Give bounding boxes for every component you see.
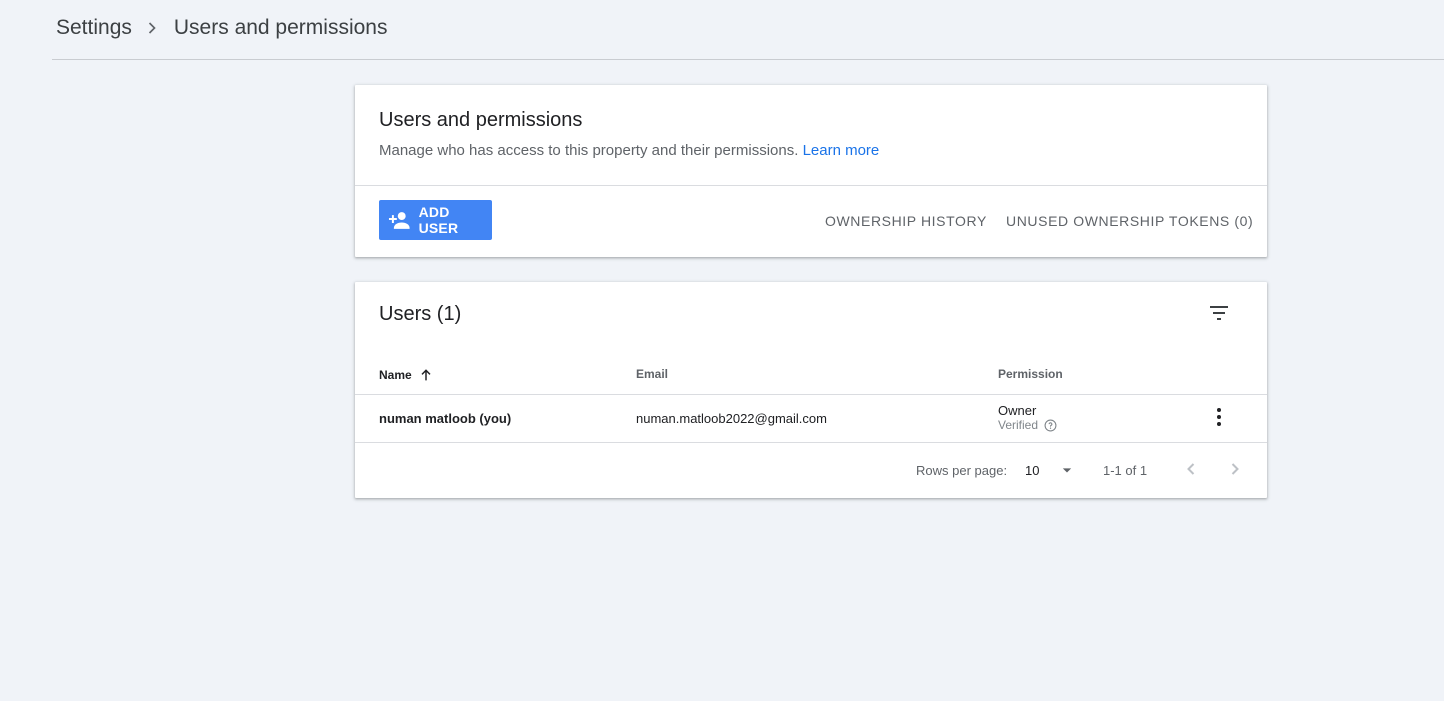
- rows-per-page-label: Rows per page:: [916, 463, 1008, 478]
- breadcrumb-current: Users and permissions: [173, 16, 388, 39]
- description-text: Manage who has access to this property a…: [379, 142, 799, 159]
- arrow-drop-down-icon: [1063, 468, 1072, 473]
- chevron-right-icon: [1231, 463, 1239, 475]
- chevron-left-icon: [1187, 463, 1195, 475]
- rows-per-page-select[interactable]: 10: [1025, 460, 1077, 480]
- add-user-label: ADD USER: [418, 204, 459, 236]
- users-table-card: Users (1) Name Email Permission numan ma…: [355, 282, 1267, 498]
- arrow-upward-icon: [421, 369, 431, 381]
- chevron-right-icon: [142, 18, 162, 38]
- pagination-range: 1-1 of 1: [1103, 463, 1148, 478]
- filter-icon[interactable]: [1207, 301, 1231, 325]
- next-page-button[interactable]: [1223, 457, 1247, 481]
- add-user-button[interactable]: ADD USER: [379, 200, 492, 240]
- row-divider: [355, 442, 1267, 443]
- users-permissions-card: Users and permissions Manage who has acc…: [355, 85, 1267, 257]
- header-divider: [355, 394, 1267, 395]
- users-count-title: Users (1): [379, 303, 462, 325]
- verified-label: Verified: [998, 418, 1039, 432]
- ownership-history-button[interactable]: OWNERSHIP HISTORY: [825, 213, 987, 229]
- learn-more-link[interactable]: Learn more: [803, 142, 880, 159]
- page-title: Users and permissions: [379, 109, 583, 131]
- person-add-icon: [388, 212, 410, 229]
- user-permission-cell: Owner: [998, 403, 1037, 418]
- previous-page-button[interactable]: [1179, 457, 1203, 481]
- top-bar: Settings Users and permissions: [52, 0, 1444, 60]
- column-name-label: Name: [379, 368, 412, 382]
- user-name-cell: numan matloob (you): [379, 411, 512, 426]
- breadcrumb-settings-link[interactable]: Settings: [56, 16, 132, 40]
- page-description: Manage who has access to this property a…: [379, 142, 879, 159]
- breadcrumb: Settings Users and permissions: [56, 16, 387, 40]
- user-status-cell: Verified: [998, 418, 1057, 432]
- rows-per-page-value: 10: [1025, 462, 1040, 478]
- more-vert-icon[interactable]: [1207, 405, 1231, 429]
- column-header-email: Email: [636, 367, 669, 381]
- unused-ownership-tokens-button[interactable]: UNUSED OWNERSHIP TOKENS (0): [1006, 213, 1253, 229]
- column-header-permission: Permission: [998, 367, 1063, 381]
- card-divider: [355, 185, 1267, 186]
- user-email-cell: numan.matloob2022@gmail.com: [636, 411, 827, 426]
- help-outline-icon[interactable]: [1044, 419, 1057, 432]
- column-header-name[interactable]: Name: [379, 367, 434, 383]
